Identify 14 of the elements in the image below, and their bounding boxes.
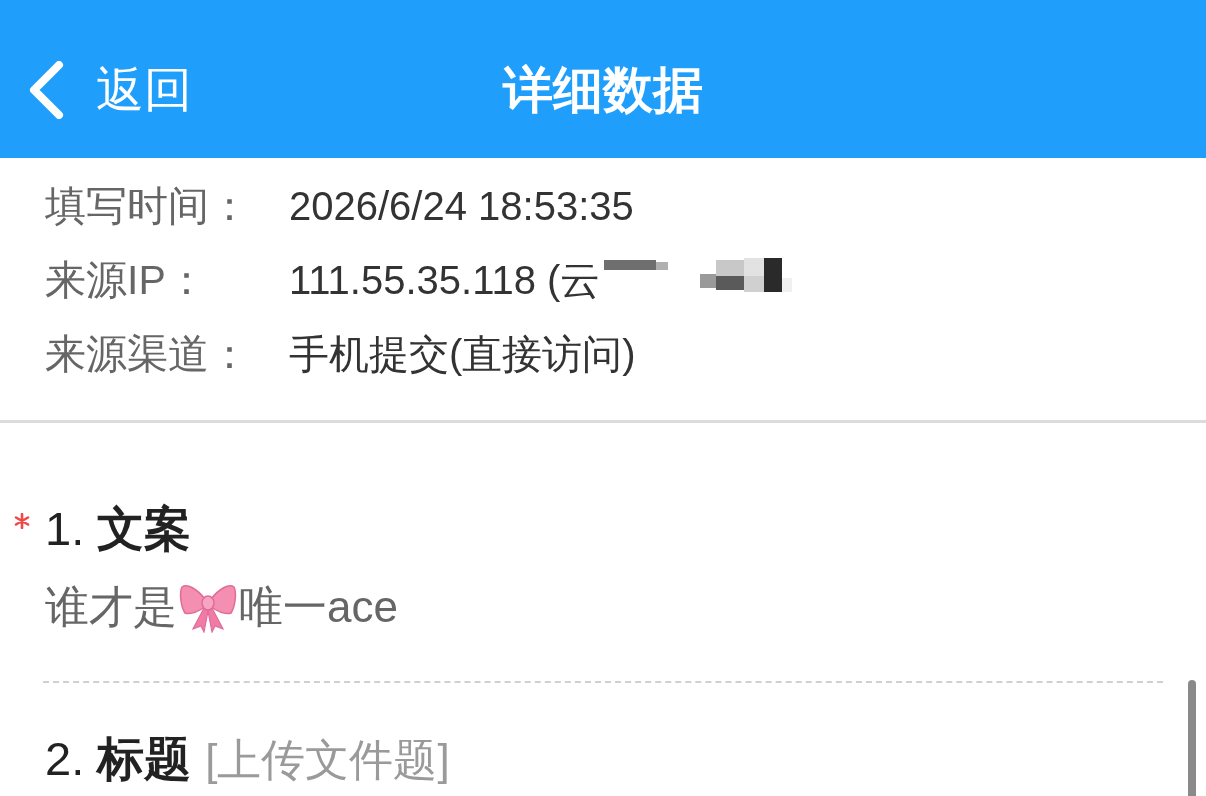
question-title: 1. 文案 xyxy=(45,503,192,555)
question-type-hint: [上传文件题] xyxy=(205,735,450,785)
chevron-left-icon xyxy=(28,61,64,119)
back-button[interactable]: 返回 xyxy=(28,61,192,119)
field-value: 111.55.35.118 (云 xyxy=(289,257,601,304)
answer-text: 谁才是 xyxy=(45,581,177,633)
question-title: 2. 标题 xyxy=(45,733,192,785)
field-label: 填写时间： xyxy=(45,182,251,231)
field-label: 来源渠道： xyxy=(45,330,251,379)
answer-text: 唯一ace xyxy=(239,581,398,633)
field-value: 2026/6/24 18:53:35 xyxy=(289,183,634,230)
page-title: 详细数据 xyxy=(503,61,703,120)
field-label: 来源IP： xyxy=(45,256,208,305)
field-value: 手机提交(直接访问) xyxy=(289,331,636,378)
